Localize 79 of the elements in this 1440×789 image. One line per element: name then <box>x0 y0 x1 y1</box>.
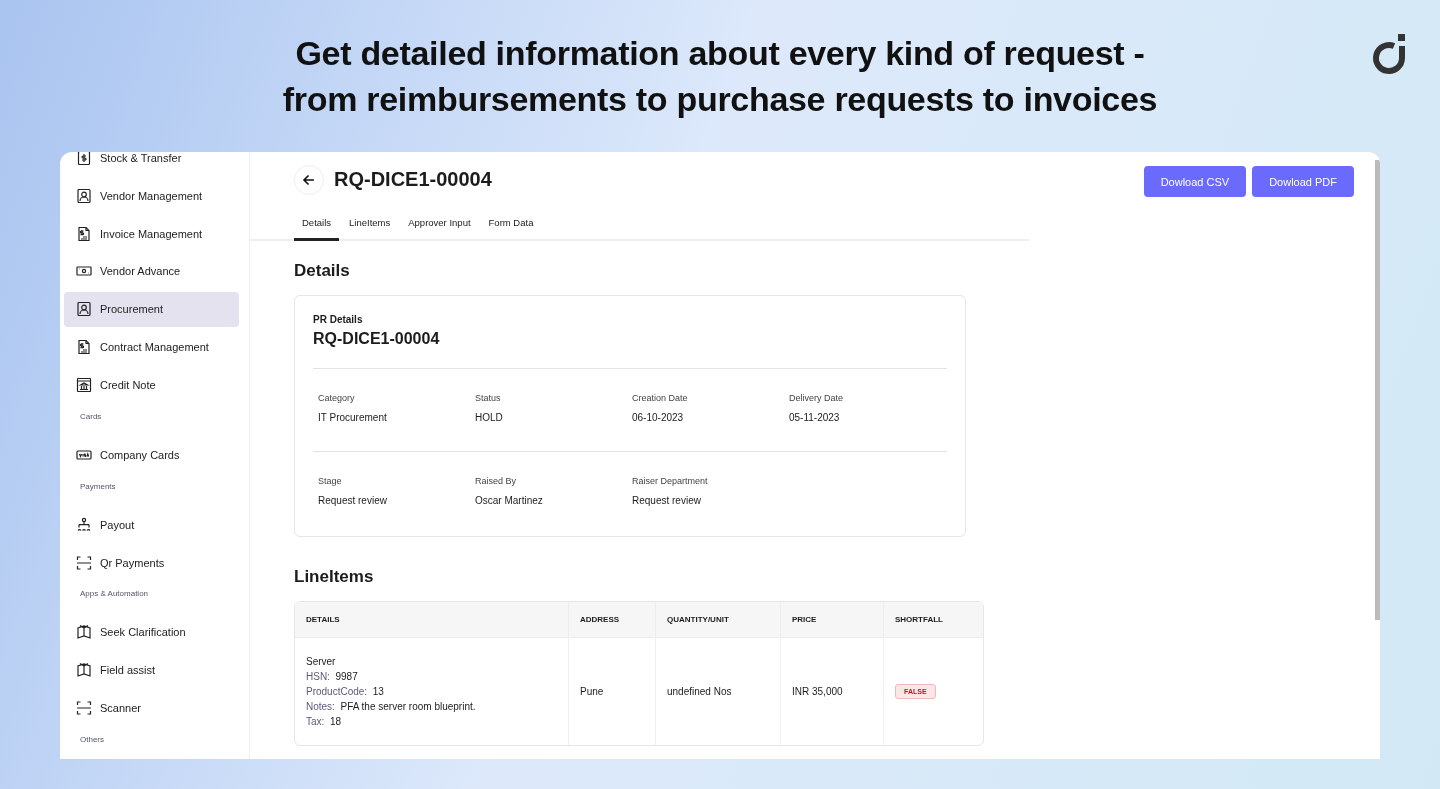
bank-icon <box>76 377 92 393</box>
sidebar-section-label: Apps & Automation <box>79 588 150 601</box>
tab[interactable]: Form Data <box>480 207 542 241</box>
back-arrow-icon <box>302 172 316 187</box>
sidebar-item[interactable]: Scanner <box>64 690 239 726</box>
table-cell: INR 35,000 <box>781 638 884 745</box>
sidebar-item[interactable]: Vendor Management <box>64 178 239 214</box>
scan-icon <box>76 554 92 571</box>
document-icon <box>76 152 92 166</box>
section-heading: Details <box>294 261 351 281</box>
scan-icon <box>76 700 92 717</box>
sidebar-item-label: Seek Clarification <box>100 626 186 639</box>
download-button[interactable]: Dowload PDF <box>1252 166 1354 197</box>
sidebar-item-label: Procurement <box>100 303 163 316</box>
field-label: Delivery Date <box>789 393 845 403</box>
field-label: Creation Date <box>632 393 689 403</box>
sidebar-item[interactable]: Credit Note <box>64 367 239 403</box>
sidebar-item-label: Field assist <box>100 664 156 677</box>
sidebar-item[interactable]: Payout <box>64 507 239 543</box>
sidebar-item-label: Vendor Advance <box>100 265 181 278</box>
sidebar-item-label: Scanner <box>100 702 141 715</box>
back-button[interactable] <box>294 164 324 195</box>
sidebar-section-label: Payments <box>79 480 117 493</box>
page-title: RQ-DICE1-00004 <box>334 168 492 191</box>
sidebar-section-label: Others <box>79 733 105 746</box>
sidebar-item[interactable]: Company Cards <box>64 437 239 473</box>
person-icon <box>76 301 92 318</box>
headline: from reimbursements to purchase requests to invoices <box>282 79 1158 120</box>
field-value: 05-11-2023 <box>789 412 841 423</box>
sidebar-item[interactable]: Field assist <box>64 652 239 688</box>
document-icon <box>76 339 92 356</box>
sidebar-item[interactable]: Qr Payments <box>64 545 239 580</box>
field-label: Status <box>475 393 502 403</box>
book-icon <box>76 662 92 679</box>
field-value: IT Procurement <box>318 412 388 423</box>
card-title: RQ-DICE1-00004 <box>313 330 441 348</box>
sidebar-item-label: Vendor Management <box>100 189 203 202</box>
field-value: HOLD <box>475 412 504 423</box>
column-header: QUANTITY/UNIT <box>656 602 781 638</box>
sidebar-item[interactable]: Contract Management <box>64 329 239 365</box>
field-label: Category <box>318 393 356 403</box>
field-value: 06-10-2023 <box>632 412 685 423</box>
sidebar-item[interactable]: Seek Clarification <box>64 614 239 650</box>
sidebar-item-label: Credit Note <box>100 379 156 391</box>
tab[interactable]: Approver Input <box>400 207 479 241</box>
field-value: Request review <box>318 495 388 506</box>
book-icon <box>76 624 92 641</box>
sidebar-item-label: Payout <box>100 518 135 531</box>
table-cell: undefined Nos <box>656 638 781 745</box>
table-cell: Pune <box>569 638 656 745</box>
sidebar-item[interactable]: Procurement <box>64 291 239 327</box>
column-header: DETAILS <box>295 602 569 638</box>
sidebar-item-label: Stock & Transfer <box>100 152 182 164</box>
sidebar-item-label: Contract Management <box>100 341 209 354</box>
sidebar-section-label: Cards <box>79 410 103 423</box>
sidebar-item[interactable]: Vendor Advance <box>64 254 239 289</box>
field-label: Stage <box>318 476 343 486</box>
headline: Get detailed information about every kind of request - <box>295 33 1145 74</box>
field-label: Raised By <box>475 476 518 486</box>
column-header: ADDRESS <box>569 602 656 638</box>
download-button[interactable]: Dowload CSV <box>1143 166 1247 197</box>
tab[interactable]: LineItems <box>341 207 399 241</box>
document-icon <box>76 225 92 242</box>
field-label: Raiser Department <box>632 476 709 486</box>
table-cell: Server HSN: 9987 ProductCode: 13 Notes: PFA the server room blueprint. Tax: 18 <box>295 638 569 745</box>
field-value: Request review <box>632 495 702 506</box>
sidebar-item[interactable]: Invoice Management <box>64 216 239 252</box>
person-icon <box>76 187 92 204</box>
column-header: PRICE <box>781 602 884 638</box>
field-value: Oscar Martinez <box>475 495 544 506</box>
network-icon <box>76 516 92 533</box>
sidebar-item-label: Qr Payments <box>100 556 165 569</box>
sidebar-item-label: Invoice Management <box>100 227 203 240</box>
sidebar-item[interactable]: Stock & Transfer <box>64 152 239 176</box>
card-label: PR Details <box>313 314 364 325</box>
sidebar-item-label: Company Cards <box>100 448 180 461</box>
section-heading: LineItems <box>294 567 375 587</box>
tab[interactable]: Details <box>294 207 340 241</box>
column-header: SHORTFALL <box>884 602 983 638</box>
